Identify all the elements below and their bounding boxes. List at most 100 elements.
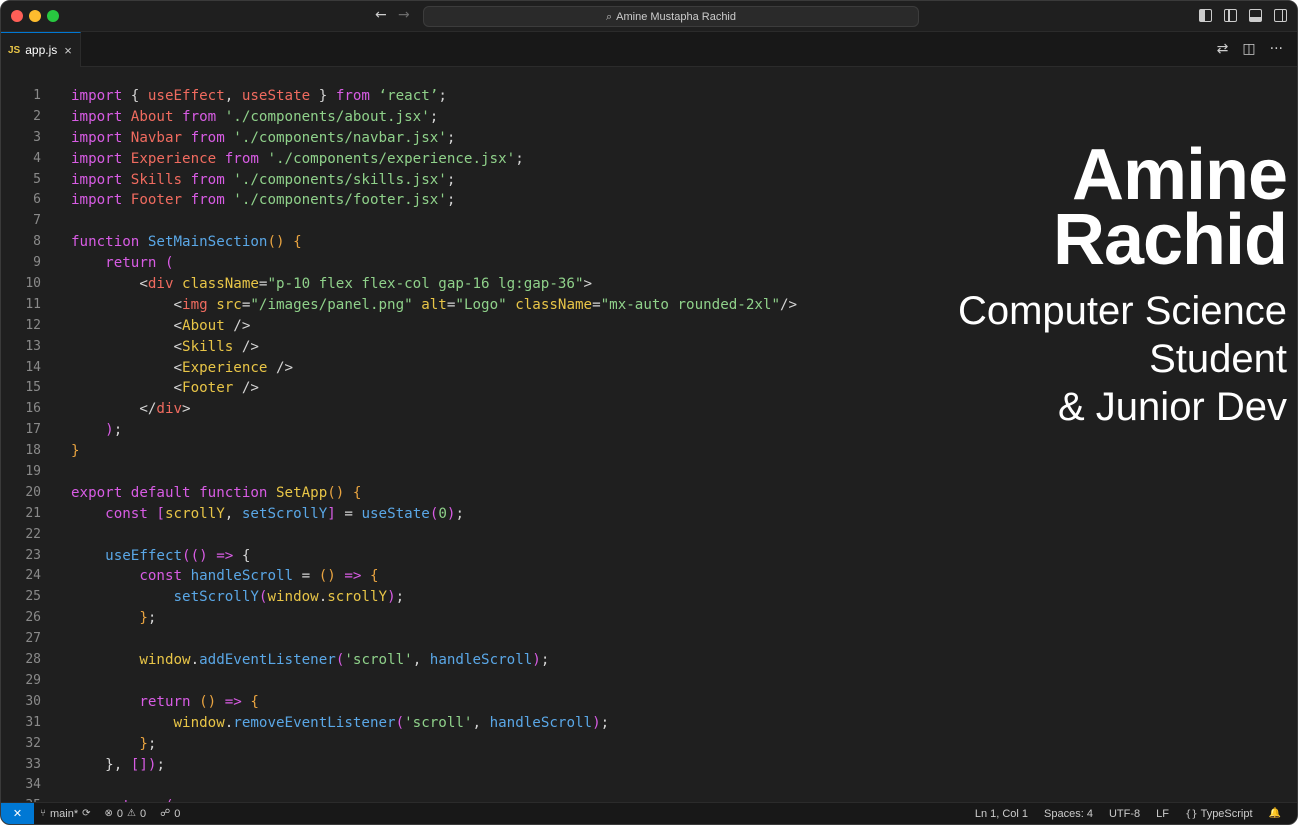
code-line[interactable]: const [scrollY, setScrollY] = useState(0…: [71, 504, 797, 525]
code-line[interactable]: <Footer />: [71, 378, 797, 399]
code-line[interactable]: export default function SetApp() {: [71, 483, 797, 504]
code-token: handleScroll: [489, 714, 593, 731]
line-number: 3: [33, 129, 41, 145]
code-line[interactable]: import Footer from './components/footer.…: [71, 190, 797, 211]
code-line[interactable]: return () => {: [71, 692, 797, 713]
forward-arrow-icon[interactable]: →: [398, 7, 410, 23]
code-token: (: [395, 714, 405, 731]
code-token: =>: [207, 547, 234, 564]
code-line[interactable]: import { useEffect, useState } from ‘rea…: [71, 86, 797, 107]
code-token: import: [71, 171, 123, 188]
close-window-button[interactable]: [11, 10, 23, 22]
line-number: 22: [25, 526, 41, 542]
file-encoding[interactable]: UTF-8: [1109, 808, 1140, 820]
warning-count[interactable]: 0: [140, 808, 146, 820]
code-token: useEffect: [147, 88, 225, 104]
code-token: ): [105, 422, 114, 439]
code-editor[interactable]: 1 2 3 4 5 6 7 8 9 10 11 12 13 14 15 16 17 18 19 20 21 22 23 24 2…: [1, 68, 1297, 804]
code-line[interactable]: };: [71, 608, 797, 629]
code-line[interactable]: [71, 629, 797, 650]
code-token: from: [182, 192, 225, 209]
code-line[interactable]: <Experience />: [71, 358, 797, 379]
hero-subtitle-line: Student: [1149, 337, 1287, 381]
code-line[interactable]: setScrollY(window.scrollY);: [71, 587, 797, 608]
code-line[interactable]: useEffect(() => {: [71, 546, 797, 567]
line-number: 7: [33, 213, 41, 229]
error-count[interactable]: 0: [117, 808, 123, 820]
command-center-search[interactable]: ⌕ Amine Mustapha Rachid: [423, 6, 919, 27]
code-line[interactable]: );: [71, 420, 797, 441]
code-line[interactable]: }: [71, 441, 797, 462]
code-token: [: [147, 505, 165, 522]
code-line[interactable]: }, []);: [71, 755, 797, 776]
code-line[interactable]: function SetMainSection() {: [71, 232, 797, 253]
split-editor-icon[interactable]: ◫: [1242, 41, 1255, 57]
language-label: TypeScript: [1200, 807, 1253, 820]
back-arrow-icon[interactable]: ←: [375, 7, 387, 23]
line-number: 20: [25, 484, 41, 500]
code-line[interactable]: import About from './components/about.js…: [71, 107, 797, 128]
code-token: from: [182, 171, 225, 188]
code-line[interactable]: <Skills />: [71, 337, 797, 358]
code-line[interactable]: [71, 671, 797, 692]
toggle-primary-sidebar-icon[interactable]: [1224, 9, 1237, 22]
notification-bell-icon[interactable]: 🔔: [1269, 808, 1281, 819]
code-line[interactable]: [71, 525, 797, 546]
code-token: <: [71, 338, 183, 355]
more-actions-icon[interactable]: ···: [1270, 41, 1283, 57]
code-line[interactable]: import Experience from './components/exp…: [71, 149, 797, 170]
code-line[interactable]: <img src="/images/panel.png" alt="Logo" …: [71, 295, 797, 316]
code-line[interactable]: };: [71, 734, 797, 755]
code-token: import: [71, 88, 123, 104]
code-token: './components/navbar.jsx': [224, 129, 447, 146]
code-token: from: [182, 129, 225, 146]
code-line[interactable]: window.addEventListener('scroll', handle…: [71, 650, 797, 671]
sync-icon[interactable]: ⟳: [82, 808, 90, 819]
code-line[interactable]: import Navbar from './components/navbar.…: [71, 128, 797, 149]
code-line[interactable]: </div>: [71, 399, 797, 420]
code-token: 0: [438, 505, 447, 522]
tab-app-js[interactable]: JS app.js ×: [1, 32, 81, 67]
ports-count[interactable]: 0: [174, 808, 180, 820]
maximize-window-button[interactable]: [47, 10, 59, 22]
code-line[interactable]: window.removeEventListener('scroll', han…: [71, 713, 797, 734]
code-line[interactable]: import Skills from './components/skills.…: [71, 170, 797, 191]
tab-label: app.js: [25, 43, 58, 57]
code-token: ,: [224, 88, 242, 104]
code-token: </: [71, 401, 157, 418]
code-token: ): [199, 547, 208, 564]
code-line[interactable]: [71, 462, 797, 483]
compare-changes-icon[interactable]: ⇄: [1217, 41, 1229, 57]
code-token: ]: [327, 505, 336, 522]
close-tab-icon[interactable]: ×: [64, 43, 72, 58]
code-token: ,: [412, 652, 430, 669]
code-line[interactable]: <About />: [71, 316, 797, 337]
code-token: }: [139, 735, 148, 752]
language-mode[interactable]: {} TypeScript: [1185, 808, 1253, 820]
code-line[interactable]: const handleScroll = () => {: [71, 566, 797, 587]
code-line[interactable]: [71, 211, 797, 232]
code-line[interactable]: return (: [71, 253, 797, 274]
code-content[interactable]: import { useEffect, useState } from ‘rea…: [71, 86, 797, 804]
code-token: './components/skills.jsx': [224, 171, 447, 188]
toggle-secondary-sidebar-icon[interactable]: [1274, 9, 1287, 22]
code-line[interactable]: [71, 775, 797, 796]
toggle-panel-icon[interactable]: [1249, 9, 1262, 22]
line-number: 6: [33, 192, 41, 208]
customize-layout-icon[interactable]: [1199, 9, 1212, 22]
remote-indicator-icon[interactable]: ✕: [1, 802, 34, 824]
code-token: }: [310, 88, 336, 104]
code-token: const: [139, 568, 183, 585]
code-token: return: [105, 255, 157, 272]
minimize-window-button[interactable]: [29, 10, 41, 22]
indentation[interactable]: Spaces: 4: [1044, 808, 1093, 820]
code-token: scrollY: [327, 589, 388, 606]
code-token: ;: [147, 735, 157, 752]
code-line[interactable]: <div className="p-10 flex flex-col gap-1…: [71, 274, 797, 295]
end-of-line[interactable]: LF: [1156, 808, 1169, 820]
cursor-position[interactable]: Ln 1, Col 1: [975, 808, 1028, 820]
line-number: 10: [25, 276, 41, 292]
code-token: {: [344, 484, 362, 501]
branch-name[interactable]: main*: [50, 808, 78, 820]
